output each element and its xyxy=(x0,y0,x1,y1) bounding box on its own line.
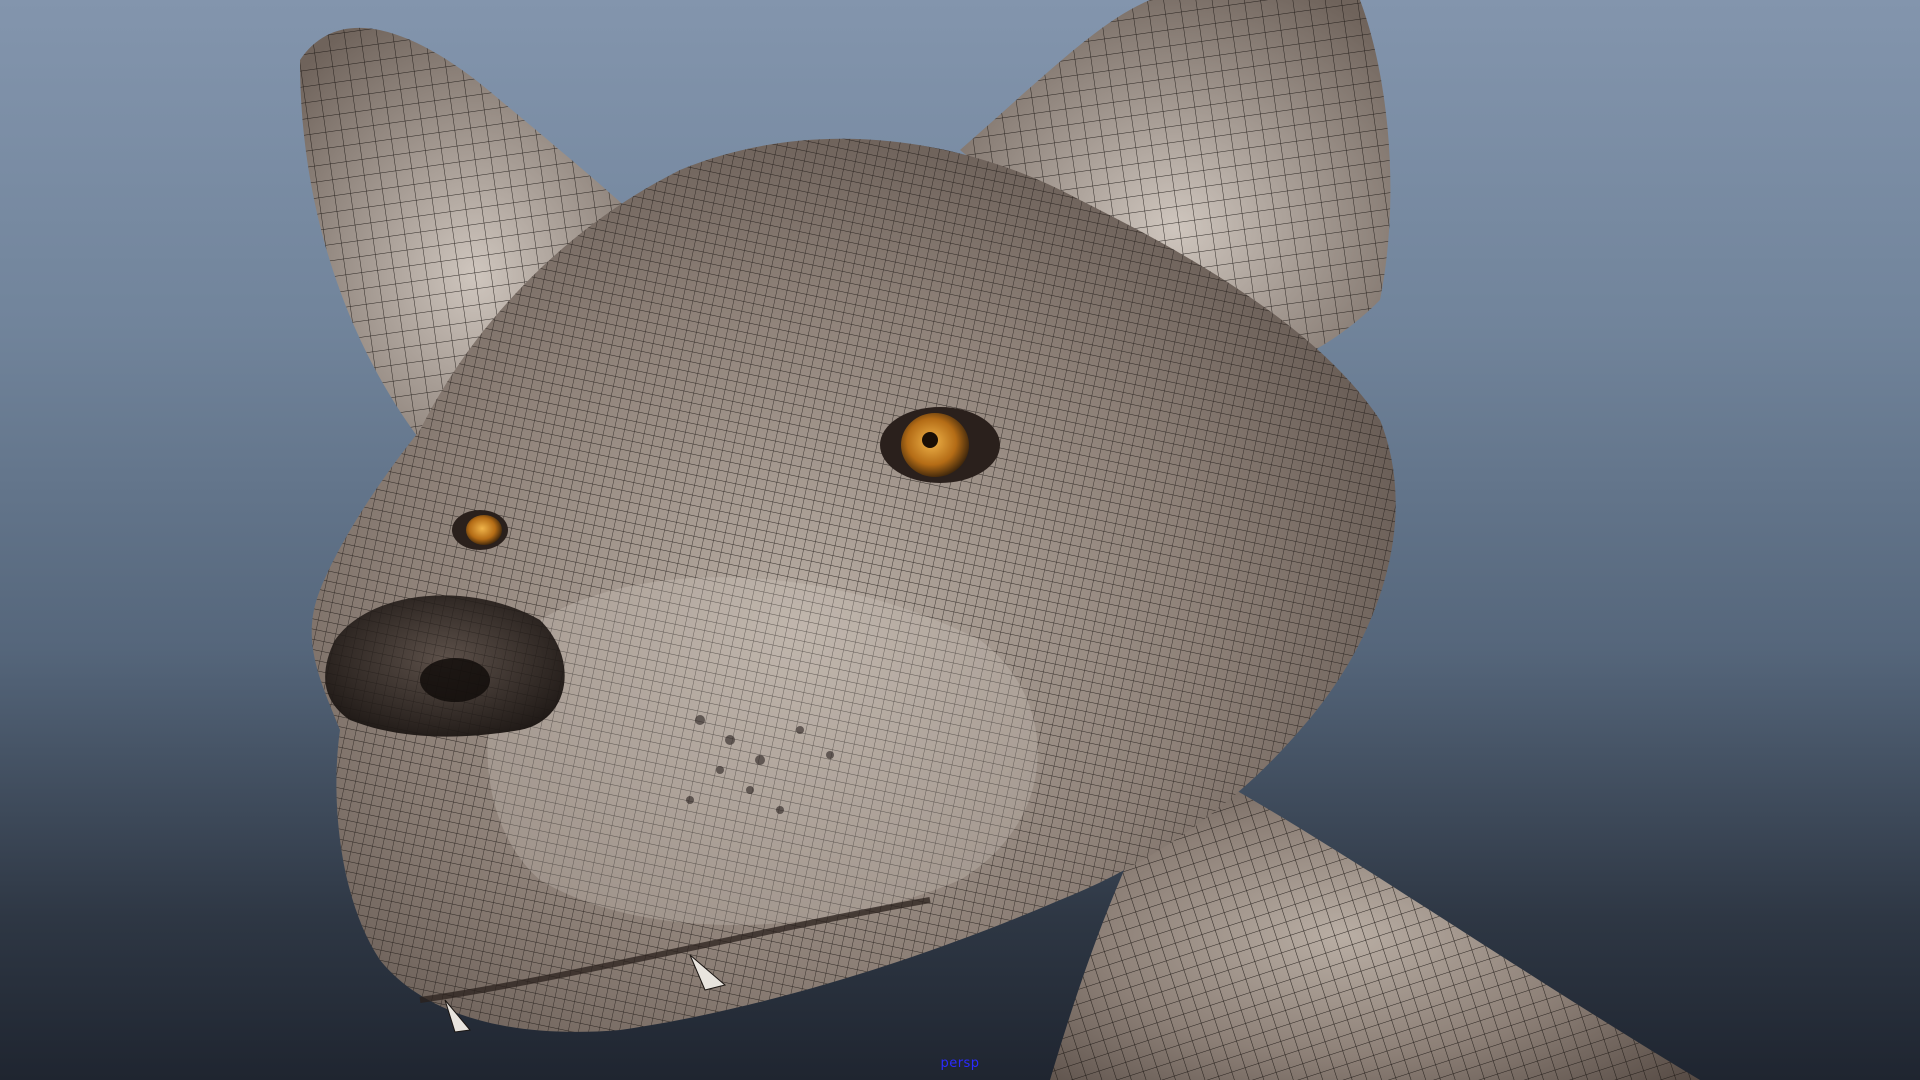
camera-name-label: persp xyxy=(940,1056,980,1071)
nose-mesh[interactable] xyxy=(325,595,565,737)
3d-scene[interactable] xyxy=(0,0,1920,1080)
right-eye[interactable] xyxy=(880,407,1000,483)
viewport-panel[interactable]: persp xyxy=(0,0,1920,1080)
left-eye[interactable] xyxy=(452,510,508,550)
